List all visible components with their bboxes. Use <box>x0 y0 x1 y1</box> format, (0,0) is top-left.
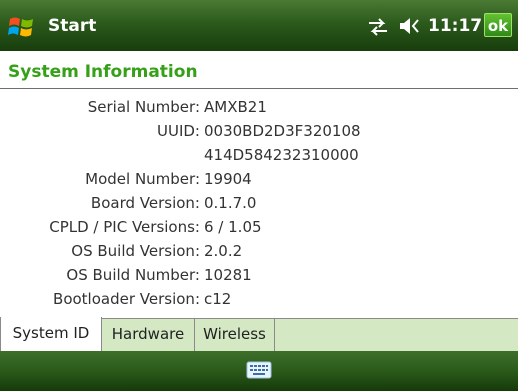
info-value: 19904 <box>204 170 252 188</box>
info-label: CPLD / PIC Versions: <box>49 218 200 236</box>
info-row-cpld-pic-versions: CPLD / PIC Versions: 6 / 1.05 <box>0 215 518 239</box>
info-value: 10281 <box>204 266 252 284</box>
info-value: 2.0.2 <box>204 242 243 260</box>
info-label: Board Version: <box>90 194 200 212</box>
connectivity-icon[interactable] <box>366 18 390 36</box>
tab-hardware[interactable]: Hardware <box>102 318 195 351</box>
info-row-bootloader-version: Bootloader Version: c12 <box>0 287 518 311</box>
info-label: Model Number: <box>85 170 200 188</box>
info-value: 0.1.7.0 <box>204 194 257 212</box>
info-value: 0030BD2D3F320108 <box>204 122 361 140</box>
info-label: Bootloader Version: <box>53 290 200 308</box>
info-label: OS Build Number: <box>66 266 200 284</box>
tab-system-id[interactable]: System ID <box>0 317 102 351</box>
ok-button[interactable]: ok <box>484 13 512 37</box>
info-value: 6 / 1.05 <box>204 218 262 236</box>
info-row-model-number: Model Number: 19904 <box>0 167 518 191</box>
title-bar: Start 11:17 ok <box>0 0 518 51</box>
divider <box>0 88 518 89</box>
info-row-uuid-continued: 414D584232310000 <box>0 143 518 167</box>
system-info-list: Serial Number: AMXB21 UUID: 0030BD2D3F32… <box>0 95 518 311</box>
info-label: UUID: <box>157 122 200 140</box>
info-row-serial-number: Serial Number: AMXB21 <box>0 95 518 119</box>
start-label[interactable]: Start <box>48 16 96 36</box>
info-row-os-build-number: OS Build Number: 10281 <box>0 263 518 287</box>
info-label: Serial Number: <box>87 98 200 116</box>
info-row-board-version: Board Version: 0.1.7.0 <box>0 191 518 215</box>
info-value: 414D584232310000 <box>204 146 359 164</box>
tab-wireless[interactable]: Wireless <box>195 318 275 351</box>
info-label: OS Build Version: <box>71 242 200 260</box>
clock[interactable]: 11:17 <box>428 16 482 36</box>
info-row-uuid: UUID: 0030BD2D3F320108 <box>0 119 518 143</box>
info-value: AMXB21 <box>204 98 267 116</box>
volume-icon[interactable] <box>398 16 422 36</box>
windows-flag-icon[interactable] <box>7 12 37 42</box>
info-value: c12 <box>204 290 232 308</box>
tab-strip-empty <box>275 318 518 351</box>
keyboard-icon[interactable] <box>246 360 272 380</box>
info-row-os-build-version: OS Build Version: 2.0.2 <box>0 239 518 263</box>
page-title: System Information <box>8 62 198 82</box>
